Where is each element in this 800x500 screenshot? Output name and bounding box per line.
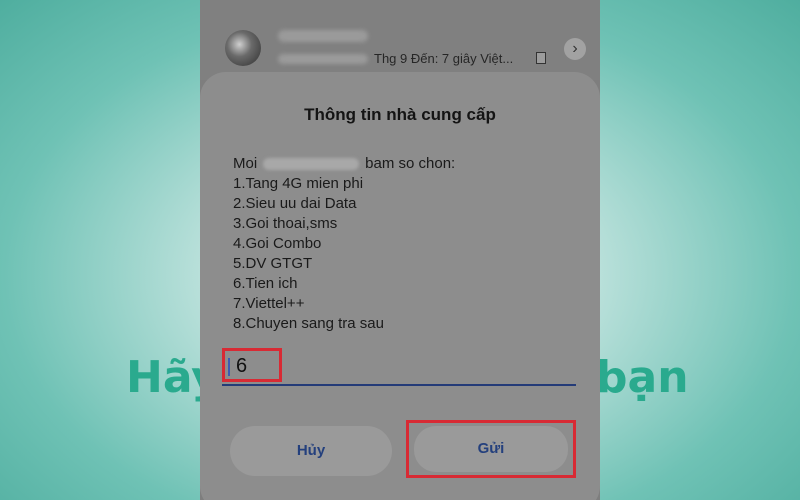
avatar [225,30,261,66]
chevron-right-icon[interactable]: › [564,38,586,60]
message-meta: Thg 9 Đến: 7 giây Việt... [374,51,514,66]
send-button[interactable]: Gửi [414,426,568,472]
dialog-title: Thông tin nhà cung cấp [304,105,496,124]
message-body: Moi bam so chon: 1.Tang 4G mien phi 2.Sie… [233,154,455,334]
phone-screen: Thg 9 Đến: 7 giây Việt... › Thông tin nh… [200,0,600,500]
menu-option: 6.Tien ich [233,275,298,292]
greeting-line: Moi bam so chon: [233,154,455,174]
menu-option: 4.Goi Combo [233,235,322,252]
reply-input-value: 6 [236,355,248,377]
conversation-header[interactable]: Thg 9 Đến: 7 giây Việt... › [200,0,600,80]
menu-option: 5.DV GTGT [233,255,313,272]
menu-option: 8.Chuyen sang tra sau [233,315,384,332]
sender-number-redacted [278,54,368,64]
greeting-prefix: Moi [233,155,258,172]
background-text-right: bạn [596,352,689,403]
menu-option: 1.Tang 4G mien phi [233,175,364,192]
text-cursor [228,358,230,376]
input-highlight-box [222,348,282,382]
menu-option: 7.Viettel++ [233,295,305,312]
subscriber-name-redacted [263,158,360,171]
reply-input[interactable]: 6 [222,348,576,386]
provider-info-dialog: Thông tin nhà cung cấp Moi bam so chon: 1… [200,72,600,500]
greeting-suffix: bam so chon: [365,155,456,172]
menu-option: 3.Goi thoai,sms [233,215,338,232]
document-icon [536,52,546,64]
sender-name-redacted [278,30,368,42]
cancel-button[interactable]: Hủy [230,426,392,476]
menu-option: 2.Sieu uu dai Data [233,195,357,212]
